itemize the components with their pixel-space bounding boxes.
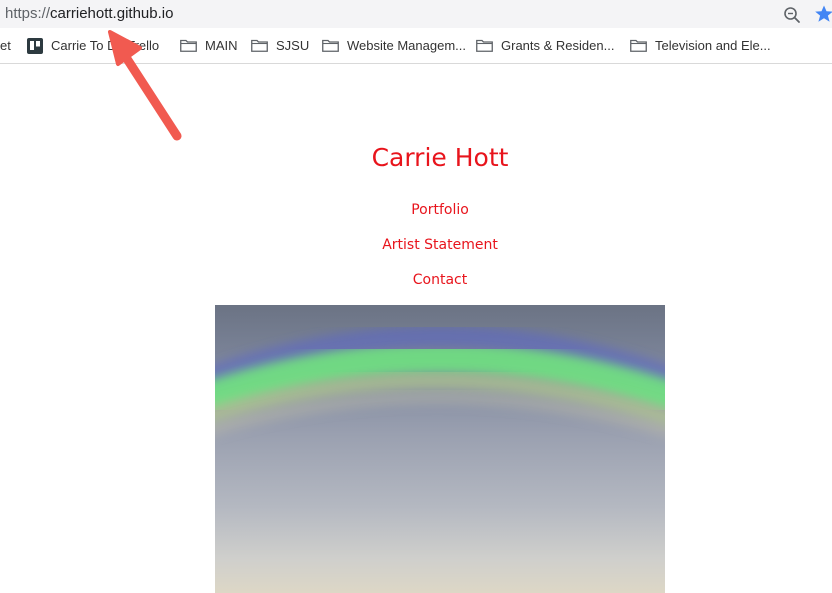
bookmark-label: Television and Ele... bbox=[655, 38, 771, 53]
bookmark-label: et bbox=[0, 38, 11, 53]
bookmark-star-icon[interactable] bbox=[814, 4, 832, 24]
hero-artwork-image bbox=[215, 305, 665, 593]
folder-icon bbox=[476, 39, 493, 52]
bookmark-label: Website Managem... bbox=[347, 38, 466, 53]
nav-link-portfolio[interactable]: Portfolio bbox=[0, 200, 832, 220]
bookmark-folder-grants[interactable]: Grants & Residen... bbox=[476, 28, 614, 63]
url-host: carriehott.github.io bbox=[50, 5, 174, 22]
folder-icon bbox=[322, 39, 339, 52]
nav-link-contact[interactable]: Contact bbox=[0, 270, 832, 290]
folder-icon bbox=[251, 39, 268, 52]
bookmark-label: SJSU bbox=[276, 38, 310, 53]
bookmark-label: Grants & Residen... bbox=[501, 38, 615, 53]
zoom-out-icon[interactable] bbox=[783, 6, 801, 24]
folder-icon bbox=[630, 39, 647, 52]
bookmark-folder-website-management[interactable]: Website Managem... bbox=[322, 28, 466, 63]
nav-link-artist-statement[interactable]: Artist Statement bbox=[0, 235, 832, 255]
bookmark-folder-television[interactable]: Television and Ele... bbox=[630, 28, 771, 63]
trello-icon bbox=[27, 37, 43, 54]
bookmark-item-et[interactable]: et bbox=[0, 28, 11, 63]
address-bar[interactable]: https://carriehott.github.io bbox=[0, 0, 832, 28]
url-text[interactable]: https://carriehott.github.io bbox=[5, 5, 173, 23]
bookmark-folder-sjsu[interactable]: SJSU bbox=[251, 28, 309, 63]
annotation-arrow bbox=[108, 30, 182, 141]
bookmark-label: MAIN bbox=[205, 38, 238, 53]
url-scheme: https:// bbox=[5, 5, 51, 22]
